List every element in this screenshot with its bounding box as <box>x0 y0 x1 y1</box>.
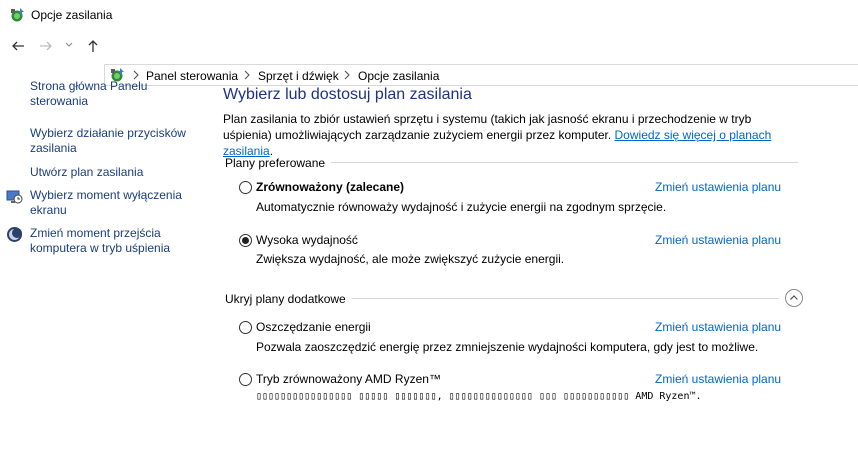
breadcrumb-chevron-icon[interactable] <box>243 70 251 80</box>
group-divider <box>331 162 798 163</box>
window-title: Opcje zasilania <box>31 8 113 22</box>
plan-balanced-change-link[interactable]: Zmień ustawienia planu <box>655 180 781 194</box>
title-bar: Opcje zasilania <box>0 0 858 30</box>
breadcrumb-power-options[interactable]: Opcje zasilania <box>358 69 439 83</box>
plan-amd-ryzen-change-link[interactable]: Zmień ustawienia planu <box>655 372 781 386</box>
collapse-button[interactable] <box>785 289 803 307</box>
power-options-icon <box>11 8 24 22</box>
sidebar-item-create-plan[interactable]: Utwórz plan zasilania <box>30 165 190 180</box>
moon-sleep-icon <box>7 227 22 242</box>
plan-amd-ryzen-radio[interactable] <box>239 373 252 386</box>
up-arrow-icon[interactable] <box>85 38 101 54</box>
plan-power-saver-name[interactable]: Oszczędzanie energii <box>256 320 371 334</box>
back-arrow-icon[interactable] <box>10 38 26 54</box>
plan-amd-ryzen-name[interactable]: Tryb zrównoważony AMD Ryzen™ <box>256 372 441 386</box>
hide-additional-plans-label[interactable]: Ukryj plany dodatkowe <box>225 292 346 306</box>
plan-high-performance-radio[interactable] <box>239 234 252 247</box>
navigation-bar: Panel sterowania Sprzęt i dźwięk Opcje z… <box>0 30 858 86</box>
plan-high-performance-description: Zwiększa wydajność, ale może zwiększyć z… <box>256 252 565 266</box>
breadcrumb-chevron-icon[interactable] <box>343 70 351 80</box>
chevron-up-icon <box>790 295 798 300</box>
plan-high-performance-name[interactable]: Wysoka wydajność <box>256 233 358 247</box>
sidebar-item-display-off[interactable]: Wybierz moment wyłączenia ekranu <box>30 188 190 218</box>
breadcrumb-hardware-sound[interactable]: Sprzęt i dźwięk <box>258 69 339 83</box>
address-bar[interactable]: Panel sterowania Sprzęt i dźwięk Opcje z… <box>104 64 858 86</box>
sidebar-home-link[interactable]: Strona główna Panelu sterowania <box>30 79 170 109</box>
plan-balanced-radio[interactable] <box>239 181 252 194</box>
page-title: Wybierz lub dostosuj plan zasilania <box>223 86 472 103</box>
plan-power-saver-change-link[interactable]: Zmień ustawienia planu <box>655 320 781 334</box>
sidebar-item-sleep[interactable]: Zmień moment przejścia komputera w tryb … <box>30 226 190 256</box>
plan-power-saver-description: Pozwala zaoszczędzić energię przez zmnie… <box>256 340 759 354</box>
forward-arrow-icon[interactable] <box>38 38 54 54</box>
sidebar-item-power-buttons[interactable]: Wybierz działanie przycisków zasilania <box>30 126 190 156</box>
group-divider <box>352 298 779 299</box>
chevron-down-icon[interactable] <box>64 39 74 51</box>
plan-balanced-description: Automatycznie równoważy wydajność i zuży… <box>256 200 667 214</box>
plan-high-performance-change-link[interactable]: Zmień ustawienia planu <box>655 233 781 247</box>
plan-amd-ryzen-description: ▯▯▯▯▯▯▯▯▯▯▯▯▯▯▯▯ ▯▯▯▯▯ ▯▯▯▯▯▯▯, ▯▯▯▯▯▯▯▯… <box>256 391 702 402</box>
monitor-clock-icon <box>6 190 23 204</box>
plan-balanced-name[interactable]: Zrównoważony (zalecane) <box>256 180 404 194</box>
preferred-plans-label: Plany preferowane <box>225 156 326 170</box>
page-description: Plan zasilania to zbiór ustawień sprzętu… <box>223 111 803 159</box>
plan-power-saver-radio[interactable] <box>239 321 252 334</box>
